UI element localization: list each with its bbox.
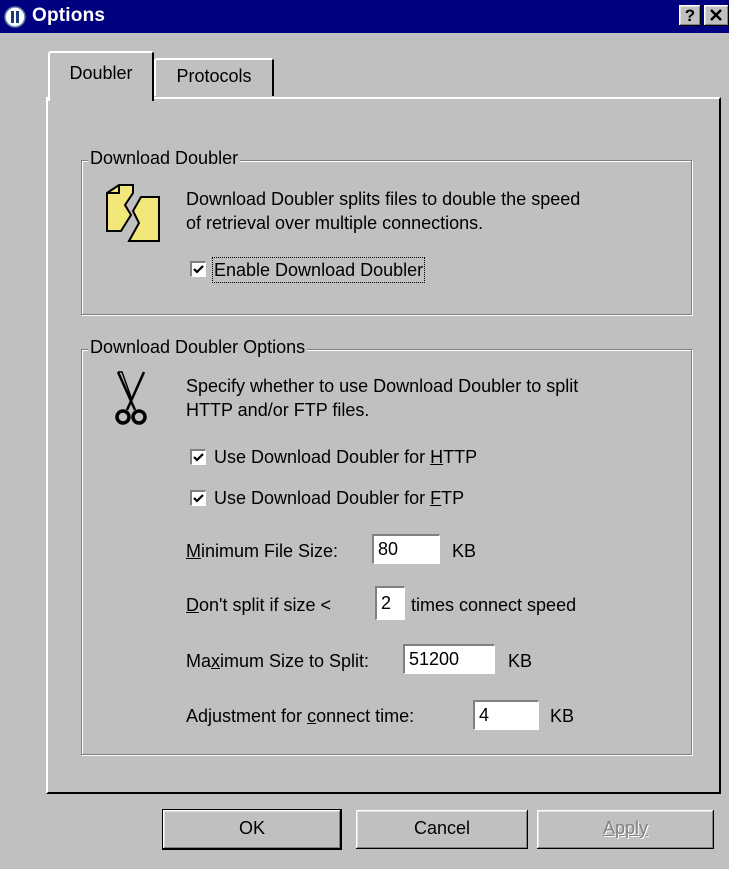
max-size-unit: KB [508, 651, 533, 671]
ftp-checkbox-label[interactable]: Use Download Doubler for FTP [214, 487, 464, 509]
tab-protocols[interactable]: Protocols [154, 58, 274, 96]
ftp-label-accel: F [430, 488, 442, 508]
adjustment-unit: KB [550, 706, 575, 726]
enable-download-doubler-checkbox[interactable] [190, 261, 206, 277]
window-title: Options [32, 5, 106, 26]
cancel-button[interactable]: Cancel [356, 810, 528, 849]
apply-label: Apply [602, 818, 649, 838]
dont-split-accel: D [186, 595, 199, 615]
download-doubler-group [81, 160, 692, 315]
min-file-size-accel: M [186, 541, 201, 561]
close-button[interactable] [704, 5, 729, 26]
enable-download-doubler-text: Enable Download Doubler [214, 260, 424, 280]
http-label-accel: H [430, 447, 444, 467]
ftp-label-prefix: Use Download Doubler for [214, 488, 431, 508]
adjustment-pre: Adjustment for [186, 706, 308, 726]
dont-split-rest: on't split if size < [199, 595, 331, 615]
adjustment-accel: c [307, 706, 317, 726]
min-file-size-unit: KB [452, 541, 477, 561]
tab-doubler[interactable]: Doubler [48, 51, 154, 101]
adjustment-rest: onnect time: [316, 706, 415, 726]
options-description-line1: Specify whether to use Download Doubler … [186, 376, 579, 396]
download-doubler-description-line2: of retrieval over multiple connections. [186, 213, 484, 233]
http-label-prefix: Use Download Doubler for [214, 447, 431, 467]
adjustment-label: Adjustment for connect time: [186, 705, 414, 727]
check-icon [193, 453, 204, 462]
max-size-pre: Ma [186, 651, 212, 671]
adjustment-input[interactable]: 4 [473, 700, 539, 730]
split-file-icon [103, 183, 163, 245]
tab-protocols-label: Protocols [176, 66, 252, 86]
max-size-accel: x [211, 651, 221, 671]
max-size-rest: imum Size to Split: [220, 651, 370, 671]
app-icon [4, 6, 26, 28]
options-description-line2: HTTP and/or FTP files. [186, 400, 370, 420]
check-icon [193, 494, 204, 503]
download-doubler-options-legend: Download Doubler Options [88, 337, 308, 358]
download-doubler-legend: Download Doubler [88, 148, 241, 169]
http-label-rest: TTP [443, 447, 478, 467]
check-icon [193, 265, 204, 274]
max-size-label: Maximum Size to Split: [186, 650, 369, 672]
dont-split-label: Don't split if size < [186, 594, 331, 616]
ftp-label-rest: TP [441, 488, 465, 508]
http-checkbox[interactable] [190, 449, 206, 465]
apply-button[interactable]: Apply [537, 810, 714, 849]
ok-button[interactable]: OK [162, 809, 342, 850]
http-checkbox-label[interactable]: Use Download Doubler for HTTP [214, 446, 477, 468]
close-icon [710, 9, 722, 21]
min-file-size-label: Minimum File Size: [186, 540, 338, 562]
scissors-icon [110, 370, 152, 428]
tab-doubler-label: Doubler [69, 63, 133, 83]
download-doubler-description-line1: Download Doubler splits files to double … [186, 189, 581, 209]
max-size-input[interactable]: 51200 [403, 644, 495, 674]
help-button[interactable]: ? [679, 5, 701, 26]
dont-split-suffix: times connect speed [411, 595, 577, 615]
ftp-checkbox[interactable] [190, 490, 206, 506]
dont-split-input[interactable]: 2 [375, 586, 405, 620]
enable-download-doubler-label[interactable]: Enable Download Doubler [211, 257, 426, 283]
min-file-size-input[interactable]: 80 [372, 534, 440, 564]
min-file-size-rest: inimum File Size: [201, 541, 339, 561]
title-bar: Options ? [0, 0, 729, 33]
